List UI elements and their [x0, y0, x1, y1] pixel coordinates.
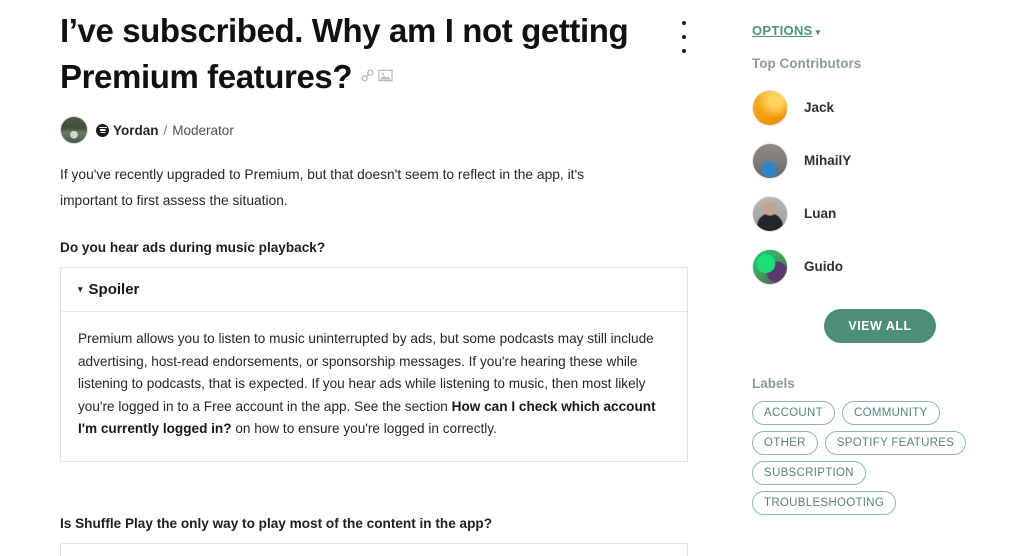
page-title: I’ve subscribed. Why am I not getting Pr… — [60, 12, 629, 95]
spotify-icon — [96, 123, 109, 137]
post-intro-text: If you've recently upgraded to Premium, … — [60, 167, 585, 208]
avatar — [752, 248, 788, 285]
contributor-name: MihailY — [804, 153, 852, 168]
chevron-down-icon: ▾ — [815, 27, 821, 37]
sidebar: OPTIONS ▾ Top Contributors Jack MihailY L… — [740, 0, 1024, 556]
link-icon[interactable] — [360, 68, 375, 83]
label-chip-account[interactable]: ACCOUNT — [752, 401, 835, 425]
avatar[interactable] — [60, 116, 88, 144]
kebab-dot — [682, 35, 686, 39]
label-chip-other[interactable]: OTHER — [752, 431, 818, 455]
post-header: I’ve subscribed. Why am I not getting Pr… — [0, 8, 740, 100]
spoiler-content-1: Premium allows you to listen to music un… — [61, 312, 687, 461]
top-contributors-heading: Top Contributors — [752, 56, 862, 71]
post-main-column: I’ve subscribed. Why am I not getting Pr… — [0, 0, 740, 556]
avatar — [752, 142, 788, 179]
contributor-name: Luan — [804, 206, 837, 221]
labels-list: ACCOUNT COMMUNITY OTHER SPOTIFY FEATURES… — [752, 401, 992, 515]
contributor-name: Guido — [804, 259, 843, 274]
label-chip-subscription[interactable]: SUBSCRIPTION — [752, 461, 866, 485]
spoiler-toggle-1[interactable]: ▾ Spoiler — [61, 268, 687, 312]
more-options-button[interactable] — [675, 21, 693, 53]
question-heading-1: Do you hear ads during music playback? — [60, 240, 326, 255]
title-icon-group — [360, 67, 396, 85]
post-byline: Yordan / Moderator — [0, 116, 740, 144]
forum-post-page: I’ve subscribed. Why am I not getting Pr… — [0, 0, 1024, 556]
chevron-down-icon: ▾ — [78, 284, 83, 294]
label-chip-troubleshooting[interactable]: TROUBLESHOOTING — [752, 491, 897, 515]
contributor-jack[interactable]: Jack — [752, 81, 1008, 134]
contributor-luan[interactable]: Luan — [752, 187, 1008, 240]
byline-separator: / — [163, 122, 168, 138]
spoiler-label: Spoiler — [88, 281, 140, 298]
question-heading-2: Is Shuffle Play the only way to play mos… — [60, 515, 493, 531]
contributor-name: Jack — [804, 100, 835, 115]
contributor-guido[interactable]: Guido — [752, 240, 1008, 293]
options-dropdown[interactable]: OPTIONS ▾ — [752, 23, 820, 38]
image-icon[interactable] — [378, 68, 393, 83]
view-all-button[interactable]: VIEW ALL — [824, 309, 936, 343]
top-contributors-list: Jack MihailY Luan Guido — [752, 81, 1008, 293]
author-role: Moderator — [172, 122, 234, 138]
avatar — [752, 89, 788, 126]
spoiler-box-1: ▾ Spoiler Premium allows you to listen t… — [60, 267, 688, 462]
labels-heading: Labels — [752, 376, 795, 391]
view-all-row: VIEW ALL — [752, 309, 1008, 343]
spoiler-box-2: ▸ Spoiler — [60, 542, 688, 556]
avatar — [752, 195, 788, 232]
spoiler-toggle-2[interactable]: ▸ Spoiler — [61, 544, 687, 556]
label-chip-spotify-features[interactable]: SPOTIFY FEATURES — [824, 431, 967, 455]
options-label: OPTIONS — [752, 23, 813, 38]
label-chip-community[interactable]: COMMUNITY — [841, 401, 940, 425]
author-name[interactable]: Yordan — [113, 123, 159, 138]
kebab-dot — [682, 49, 686, 53]
spoiler-text-part2: on how to ensure you're logged in correc… — [231, 421, 497, 436]
contributor-mihaily[interactable]: MihailY — [752, 134, 1008, 187]
kebab-dot — [682, 21, 686, 25]
